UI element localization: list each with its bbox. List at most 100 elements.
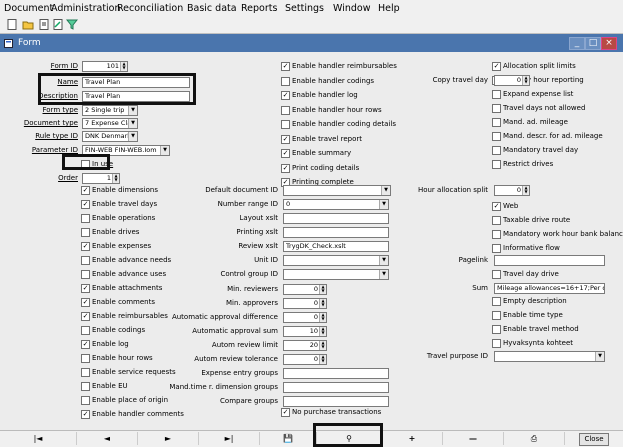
- autom-review-tolerance-field[interactable]: 0 ▲ ▼: [283, 354, 327, 365]
- enable-travel-report-checkbox[interactable]: ✓: [281, 134, 290, 144]
- review-xslt-field[interactable]: TrygDK_Check.xslt: [283, 241, 389, 252]
- minimize-button[interactable]: _: [569, 37, 585, 50]
- sum-field[interactable]: Mileage allowances=16+17;Per diems=18: [494, 283, 605, 294]
- close-window-button[interactable]: ×: [601, 37, 617, 50]
- first-record-button[interactable]: |◄: [0, 432, 77, 445]
- enable-travel-method-checkbox[interactable]: [492, 325, 501, 334]
- travel-purpose-select[interactable]: ▼: [494, 351, 605, 362]
- autom-review-limit-field[interactable]: 20 ▲ ▼: [283, 340, 327, 351]
- enable-advance-needs-checkbox[interactable]: [81, 256, 90, 265]
- enable-reimbursables-checkbox[interactable]: ✓: [81, 312, 90, 321]
- menu-reports[interactable]: Reports: [241, 3, 277, 14]
- enable-dimensions-checkbox[interactable]: ✓: [81, 186, 90, 195]
- print-coding-details-checkbox[interactable]: ✓: [281, 163, 290, 173]
- enable-comments-checkbox[interactable]: ✓: [81, 298, 90, 307]
- mandatory-work-hour-bank-balance-checkbox[interactable]: [492, 230, 501, 239]
- print-button[interactable]: ⎙: [504, 432, 565, 445]
- enable-expenses-checkbox[interactable]: ✓: [81, 242, 90, 251]
- hour-allocation-split-label: Hour allocation split: [417, 186, 488, 194]
- rule-type-select[interactable]: DNK Denmark ▼: [82, 131, 138, 142]
- enable-codings-checkbox[interactable]: [81, 326, 90, 335]
- enable-attachments-checkbox[interactable]: ✓: [81, 284, 90, 293]
- travel-day-drive-checkbox[interactable]: [492, 270, 501, 279]
- menu-settings[interactable]: Settings: [285, 3, 324, 14]
- expand-expense-list-checkbox[interactable]: [492, 90, 501, 99]
- informative-flow-label: Informative flow: [503, 244, 560, 252]
- hyvaksynta-kohteet-checkbox[interactable]: [492, 339, 501, 348]
- last-record-button[interactable]: ►|: [199, 432, 260, 445]
- enable-handler-comments-checkbox[interactable]: ✓: [81, 410, 90, 419]
- empty-description-checkbox[interactable]: [492, 297, 501, 306]
- enable-operations-checkbox[interactable]: [81, 214, 90, 223]
- enable-log-checkbox[interactable]: ✓: [81, 340, 90, 349]
- enable-drives-checkbox[interactable]: [81, 228, 90, 237]
- enable-service-requests-checkbox[interactable]: [81, 368, 90, 377]
- copy-travel-day-field[interactable]: 0 ▲ ▼: [494, 75, 530, 86]
- layout-xslt-field[interactable]: [283, 213, 389, 224]
- number-range-select[interactable]: 0 ▼: [283, 199, 389, 210]
- informative-flow-checkbox[interactable]: [492, 244, 501, 253]
- mandatory-travel-day-checkbox[interactable]: [492, 146, 501, 155]
- enable-handler-coding-details-checkbox[interactable]: [281, 120, 290, 129]
- control-group-select[interactable]: ▼: [283, 269, 389, 280]
- enable-handler-log-checkbox[interactable]: ✓: [281, 91, 290, 100]
- enable-handler-hour-rows-checkbox[interactable]: [281, 105, 290, 115]
- min-approvers-field[interactable]: 0 ▲ ▼: [283, 298, 327, 309]
- save-button[interactable]: 💾: [260, 432, 317, 445]
- pagelink-field[interactable]: [494, 255, 605, 266]
- web-checkbox[interactable]: ✓: [492, 202, 501, 211]
- enable-advance-uses-checkbox[interactable]: [81, 270, 90, 279]
- enable-summary-checkbox[interactable]: ✓: [281, 149, 290, 158]
- menu-reconciliation[interactable]: Reconciliation: [117, 3, 183, 14]
- mand-descr-for-ad-mileage-checkbox[interactable]: [492, 132, 501, 141]
- compare-groups-field[interactable]: [283, 396, 389, 407]
- auto-approval-diff-field[interactable]: 0 ▲ ▼: [283, 312, 327, 323]
- allocation-split-limits-checkbox[interactable]: ✓: [492, 62, 501, 71]
- enable-place-of-origin-checkbox[interactable]: [81, 396, 90, 405]
- mand-descr-for-ad-mileage-label: Mand. descr. for ad. mileage: [503, 132, 603, 140]
- add-record-button[interactable]: +: [382, 432, 443, 445]
- expense-entry-groups-field[interactable]: [283, 368, 389, 379]
- menu-document[interactable]: Document: [4, 3, 53, 14]
- enable-travel-days-checkbox[interactable]: ✓: [81, 200, 90, 209]
- document-arrow-icon[interactable]: [52, 19, 64, 30]
- form-id-field[interactable]: 101 ▲ ▼: [82, 61, 128, 72]
- menu-administration[interactable]: Administration: [51, 3, 121, 14]
- mand-ad-mileage-checkbox[interactable]: [492, 118, 501, 127]
- auto-approval-sum-field[interactable]: 10 ▲ ▼: [283, 326, 327, 337]
- restore-button[interactable]: □: [585, 37, 601, 50]
- open-folder-icon[interactable]: [22, 19, 34, 30]
- printing-xslt-field[interactable]: [283, 227, 389, 238]
- order-field[interactable]: 1 ▲ ▼: [82, 173, 120, 184]
- enable-handler-reimbursables-checkbox[interactable]: ✓: [281, 62, 290, 71]
- menu-bar: Document Administration Reconciliation B…: [0, 0, 623, 17]
- allocation-split-limits-label: Allocation split limits: [503, 62, 576, 70]
- unit-id-select[interactable]: ▼: [283, 255, 389, 266]
- taxable-drive-route-checkbox[interactable]: [492, 216, 501, 225]
- form-type-select[interactable]: 2 Single trip ▼: [82, 105, 138, 116]
- mand-time-groups-field[interactable]: [283, 382, 389, 393]
- menu-window[interactable]: Window: [333, 3, 370, 14]
- enable-time-type-checkbox[interactable]: [492, 311, 501, 320]
- no-purchase-checkbox[interactable]: ✓: [281, 408, 290, 417]
- restrict-drives-checkbox[interactable]: [492, 160, 501, 169]
- hour-allocation-split-field[interactable]: 0 ▲ ▼: [494, 185, 530, 196]
- enable-eu-checkbox[interactable]: [81, 382, 90, 391]
- close-button[interactable]: Close: [579, 433, 609, 446]
- new-document-icon[interactable]: [6, 19, 18, 30]
- next-record-button[interactable]: ►: [138, 432, 199, 445]
- enable-attachments-label: Enable attachments: [92, 284, 163, 292]
- travel-days-not-allowed-checkbox[interactable]: [492, 104, 501, 113]
- document-type-select[interactable]: 7 Expense Claim ▼: [82, 118, 138, 129]
- default-document-select[interactable]: ▼: [283, 185, 391, 196]
- filter-icon[interactable]: [66, 19, 78, 30]
- min-reviewers-field[interactable]: 0 ▲ ▼: [283, 284, 327, 295]
- enable-handler-codings-checkbox[interactable]: [281, 76, 290, 86]
- enable-handler-hour-rows-label: Enable handler hour rows: [292, 105, 382, 114]
- enable-hour-rows-checkbox[interactable]: [81, 354, 90, 363]
- menu-help[interactable]: Help: [378, 3, 400, 14]
- menu-basic-data[interactable]: Basic data: [187, 3, 237, 14]
- previous-record-button[interactable]: ◄: [77, 432, 138, 445]
- remove-record-button[interactable]: —: [443, 432, 504, 445]
- edit-document-icon[interactable]: [38, 19, 50, 30]
